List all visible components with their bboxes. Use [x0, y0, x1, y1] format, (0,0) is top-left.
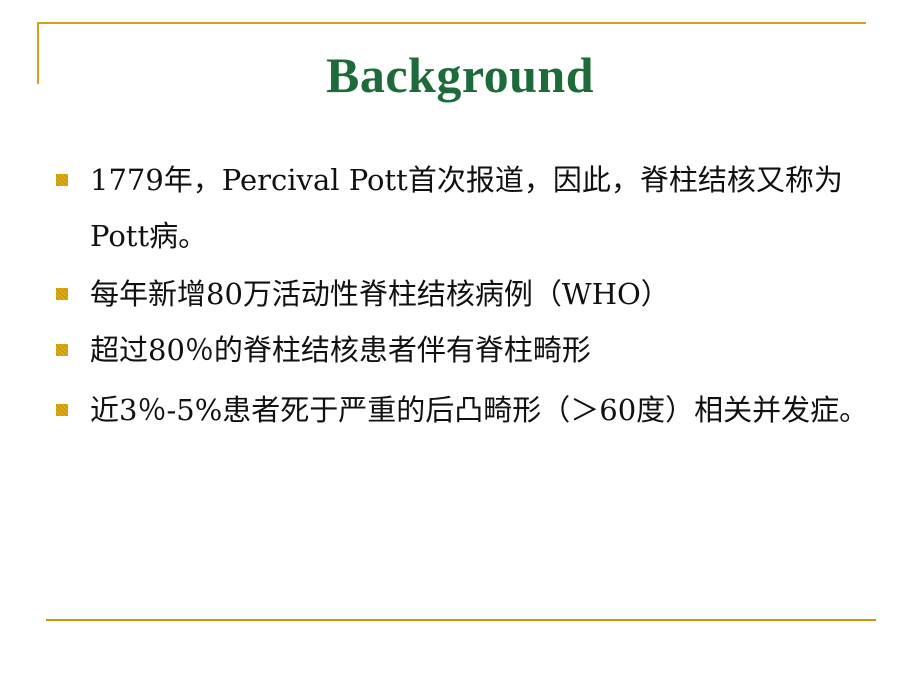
bullet-text: 1779年，Percival Pott首次报道，因此，脊柱结核又称为Pott病。	[90, 163, 843, 253]
bullet-list: 1779年，Percival Pott首次报道，因此，脊柱结核又称为Pott病。…	[56, 152, 876, 446]
bullet-text: 超过80％的脊柱结核患者伴有脊柱畸形	[90, 333, 591, 367]
square-bullet-icon	[56, 404, 68, 416]
slide-title: Background	[325, 47, 595, 103]
bullet-item: 近3％-5%患者死于严重的后凸畸形（＞60度）相关并发症。	[56, 382, 876, 438]
frame-top-rule	[38, 22, 866, 24]
square-bullet-icon	[56, 344, 68, 356]
bullet-item: 每年新增80万活动性脊柱结核病例（WHO）	[56, 266, 876, 322]
bullet-item: 1779年，Percival Pott首次报道，因此，脊柱结核又称为Pott病。	[56, 152, 876, 264]
footer-rule	[46, 619, 876, 621]
bullet-text: 近3％-5%患者死于严重的后凸畸形（＞60度）相关并发症。	[90, 393, 869, 427]
square-bullet-icon	[56, 174, 68, 186]
bullet-item: 超过80％的脊柱结核患者伴有脊柱畸形	[56, 322, 876, 378]
bullet-text: 每年新增80万活动性脊柱结核病例（WHO）	[90, 277, 670, 311]
square-bullet-icon	[56, 288, 68, 300]
